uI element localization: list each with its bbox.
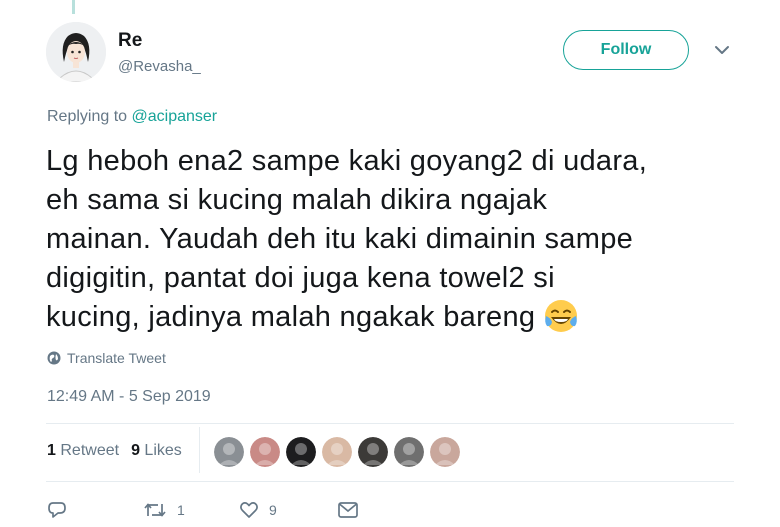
direct-message-action[interactable]	[337, 501, 359, 519]
globe-icon	[47, 351, 61, 365]
liker-avatar[interactable]	[322, 437, 352, 467]
liker-avatar[interactable]	[214, 437, 244, 467]
replying-to-line: Replying to @acipanser	[47, 108, 217, 126]
like-action[interactable]: 9	[239, 500, 337, 520]
reply-icon	[48, 502, 66, 518]
avatar[interactable]	[46, 22, 106, 82]
heart-icon	[240, 502, 258, 518]
like-stat-label: Likes	[144, 442, 182, 459]
tears-of-joy-emoji-icon	[543, 298, 579, 345]
divider-top	[46, 423, 734, 424]
retweet-action[interactable]: 1	[143, 500, 239, 520]
thread-connector-line	[72, 0, 75, 14]
tweet-stats: 1 Retweet 9 Likes	[47, 442, 182, 460]
replying-to-prefix: Replying to	[47, 108, 132, 125]
retweet-stat-label: Retweet	[60, 442, 120, 459]
stats-separator	[199, 427, 200, 473]
follow-button[interactable]: Follow	[563, 30, 689, 70]
translate-tweet-link[interactable]: Translate Tweet	[47, 350, 166, 366]
replying-to-link[interactable]: @acipanser	[132, 108, 218, 125]
tweet-timestamp[interactable]: 12:49 AM - 5 Sep 2019	[47, 388, 211, 406]
display-name[interactable]: Re	[118, 30, 142, 52]
reply-action[interactable]	[47, 500, 143, 520]
like-stat[interactable]: 9 Likes	[131, 442, 182, 460]
like-action-count: 9	[269, 502, 277, 518]
retweet-action-count: 1	[177, 502, 185, 518]
translate-label[interactable]: Translate Tweet	[67, 350, 166, 366]
retweet-icon	[144, 503, 166, 517]
retweet-stat[interactable]: 1 Retweet	[47, 442, 119, 460]
liker-avatar[interactable]	[358, 437, 388, 467]
retweet-count: 1	[47, 442, 56, 459]
tweet-actions: 1 9	[47, 500, 359, 520]
envelope-icon	[338, 502, 358, 518]
liker-avatar[interactable]	[394, 437, 424, 467]
like-count: 9	[131, 442, 140, 459]
tweet-text: Lg heboh ena2 sampe kaki goyang2 di udar…	[46, 142, 746, 345]
avatar-illustration	[46, 22, 106, 82]
divider-bottom	[46, 481, 734, 482]
liker-avatar[interactable]	[250, 437, 280, 467]
liker-avatars	[214, 437, 460, 467]
chevron-down-icon[interactable]	[712, 40, 732, 60]
liker-avatar[interactable]	[286, 437, 316, 467]
user-handle[interactable]: @Revasha_	[118, 58, 201, 75]
liker-avatar[interactable]	[430, 437, 460, 467]
